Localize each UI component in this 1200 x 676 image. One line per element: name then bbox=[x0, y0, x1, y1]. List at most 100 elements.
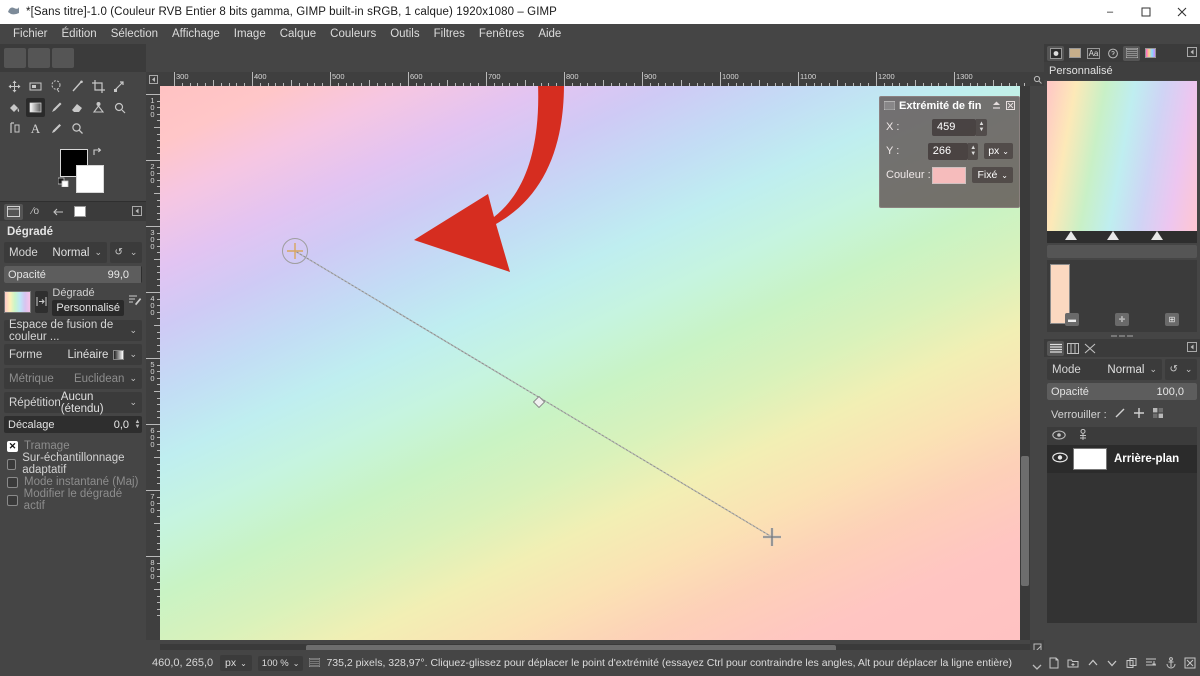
modify-active-gradient-checkbox[interactable]: Modifier le dégradé actif bbox=[4, 488, 142, 512]
layer-name[interactable]: Arrière-plan bbox=[1114, 453, 1179, 465]
mode-dropdown[interactable]: Mode Normal ⌄ bbox=[4, 242, 107, 263]
endpoint-color-swatch[interactable] bbox=[931, 166, 967, 184]
menu-edition[interactable]: Édition bbox=[55, 26, 104, 42]
color-picker-tool[interactable] bbox=[47, 119, 66, 138]
endpoint-unit-dropdown[interactable]: px ⌄ bbox=[984, 143, 1013, 159]
gradient-stop-marker[interactable] bbox=[1107, 231, 1119, 240]
reset-colors-icon[interactable] bbox=[57, 175, 70, 190]
menu-affichage[interactable]: Affichage bbox=[165, 26, 227, 42]
zoom-out-icon[interactable]: ▬ bbox=[1065, 313, 1079, 326]
toolbox-tab-1[interactable] bbox=[4, 48, 26, 68]
zoom-fit-icon[interactable]: ⊞ bbox=[1165, 313, 1179, 326]
layer-list[interactable]: Arrière-plan bbox=[1047, 445, 1197, 623]
toolbox-tab-2[interactable] bbox=[28, 48, 50, 68]
background-color-swatch[interactable] bbox=[76, 165, 104, 193]
undo-history-tab[interactable]: ⁄o bbox=[26, 204, 45, 220]
canvas-vertical-scrollbar[interactable] bbox=[1020, 86, 1030, 640]
text-tool[interactable]: A bbox=[26, 119, 45, 138]
zoom-image-button[interactable] bbox=[1030, 72, 1044, 86]
pencil-tool[interactable] bbox=[47, 98, 66, 117]
gradient-midpoint-handle[interactable] bbox=[533, 396, 545, 408]
bucket-fill-tool[interactable] bbox=[5, 98, 24, 117]
dock-menu-icon[interactable] bbox=[1187, 47, 1197, 59]
crop-tool[interactable] bbox=[89, 77, 108, 96]
new-layer-icon[interactable] bbox=[1048, 657, 1060, 672]
endpoint-color-mode-dropdown[interactable]: Fixé ⌄ bbox=[972, 167, 1013, 183]
menu-filtres[interactable]: Filtres bbox=[427, 26, 472, 42]
reset-layer-mode-button[interactable]: ↺ ⌄ bbox=[1165, 359, 1197, 380]
channels-tab[interactable] bbox=[1064, 341, 1081, 356]
measure-tool[interactable] bbox=[5, 119, 24, 138]
merge-down-icon[interactable] bbox=[1145, 657, 1157, 672]
tool-presets-tab[interactable] bbox=[1104, 46, 1121, 61]
dock-separator[interactable] bbox=[1044, 332, 1200, 339]
lower-layer-icon[interactable] bbox=[1106, 657, 1118, 672]
brushes-tab[interactable] bbox=[1047, 45, 1064, 61]
menu-selection[interactable]: Sélection bbox=[104, 26, 165, 42]
lock-position-icon[interactable] bbox=[1133, 407, 1145, 422]
swap-colors-icon[interactable] bbox=[92, 147, 103, 161]
gradient-stop-marker[interactable] bbox=[1151, 231, 1163, 240]
endpoint-x-input[interactable]: 459 bbox=[932, 118, 976, 136]
menu-fichier[interactable]: Fichier bbox=[6, 26, 55, 42]
layers-dock-menu-icon[interactable] bbox=[1187, 342, 1197, 354]
layer-opacity-slider[interactable]: Opacité 100,0 ▲▼ bbox=[1047, 383, 1197, 400]
smudge-tool[interactable] bbox=[110, 98, 129, 117]
raise-layer-icon[interactable] bbox=[1087, 657, 1099, 672]
move-tool[interactable] bbox=[5, 77, 24, 96]
new-layer-group-icon[interactable] bbox=[1067, 657, 1079, 672]
scrollbar-thumb[interactable] bbox=[1021, 456, 1029, 586]
horizontal-ruler[interactable]: 3004005006007008009001000110012001300140… bbox=[160, 72, 1030, 86]
alignment-tool[interactable] bbox=[26, 77, 45, 96]
paths-tab[interactable] bbox=[1081, 341, 1098, 356]
gradient-editor-bar[interactable] bbox=[1047, 245, 1197, 258]
gradient-large-preview[interactable] bbox=[1047, 81, 1197, 231]
tool-options-menu-icon[interactable] bbox=[132, 205, 142, 218]
tool-options-tab[interactable] bbox=[4, 203, 23, 220]
endpoint-dialog[interactable]: Extrémité de fin X : 459 ▲ ▼ Y : 266 ▲ ▼… bbox=[879, 96, 1020, 208]
menu-fenetres[interactable]: Fenêtres bbox=[472, 26, 531, 42]
patterns-tab[interactable] bbox=[1066, 46, 1083, 61]
duplicate-layer-icon[interactable] bbox=[1126, 657, 1138, 672]
gradient-stop-marker[interactable] bbox=[1065, 231, 1077, 240]
gradient-preview[interactable] bbox=[4, 290, 31, 313]
shape-dropdown[interactable]: Forme Linéaire ⌄ bbox=[4, 344, 142, 365]
eraser-tool[interactable] bbox=[68, 98, 87, 117]
close-icon[interactable] bbox=[1006, 100, 1015, 112]
gradient-stops-strip[interactable] bbox=[1047, 231, 1197, 243]
paths-tool[interactable] bbox=[68, 77, 87, 96]
close-button[interactable] bbox=[1164, 0, 1200, 24]
lock-pixels-icon[interactable] bbox=[1114, 407, 1126, 422]
ruler-corner-menu[interactable] bbox=[146, 72, 160, 86]
repeat-dropdown[interactable]: Répétition Aucun (étendu) ⌄ bbox=[4, 391, 142, 415]
menu-aide[interactable]: Aide bbox=[531, 26, 568, 42]
gradient-end-handle[interactable] bbox=[761, 526, 783, 548]
adaptive-supersampling-checkbox[interactable]: Sur-échantillonnage adaptatif bbox=[4, 452, 142, 476]
maximize-button[interactable] bbox=[1128, 0, 1164, 24]
zoom-in-icon[interactable]: ✛ bbox=[1115, 313, 1129, 326]
device-status-tab[interactable] bbox=[48, 204, 67, 220]
gradient-name-field[interactable]: Personnalisé bbox=[52, 300, 124, 316]
offset-slider[interactable]: Décalage 0,0 ▲ ▼ bbox=[4, 416, 142, 433]
fonts-tab[interactable]: Aa bbox=[1085, 46, 1102, 61]
free-select-tool[interactable] bbox=[47, 77, 66, 96]
clone-tool[interactable] bbox=[89, 98, 108, 117]
layer-mode-dropdown[interactable]: Mode Normal ⌄ bbox=[1047, 359, 1162, 380]
menu-couleurs[interactable]: Couleurs bbox=[323, 26, 383, 42]
offset-stepper[interactable]: ▲ ▼ bbox=[133, 419, 142, 430]
anchor-layer-icon[interactable] bbox=[1165, 656, 1177, 672]
opacity-slider[interactable]: Opacité 99,0 ▲▼ bbox=[4, 266, 142, 283]
layer-row[interactable]: Arrière-plan bbox=[1047, 445, 1197, 473]
toolbox-tab-3[interactable] bbox=[52, 48, 74, 68]
layers-tab[interactable] bbox=[1047, 340, 1064, 356]
reset-mode-button[interactable]: ↺ ⌄ bbox=[110, 242, 142, 263]
unit-dropdown[interactable]: px ⌄ bbox=[220, 655, 252, 671]
reverse-gradient-button[interactable] bbox=[34, 290, 49, 313]
lock-alpha-icon[interactable] bbox=[1152, 407, 1164, 422]
zoom-dropdown[interactable]: 100 % ⌄ bbox=[257, 655, 304, 671]
layer-visibility-toggle[interactable] bbox=[1047, 452, 1073, 466]
metric-dropdown[interactable]: Métrique Euclidean ⌄ bbox=[4, 368, 142, 389]
minimize-button[interactable]: – bbox=[1092, 0, 1128, 24]
detach-icon[interactable] bbox=[992, 101, 1001, 112]
zoom-tool[interactable] bbox=[68, 119, 87, 138]
